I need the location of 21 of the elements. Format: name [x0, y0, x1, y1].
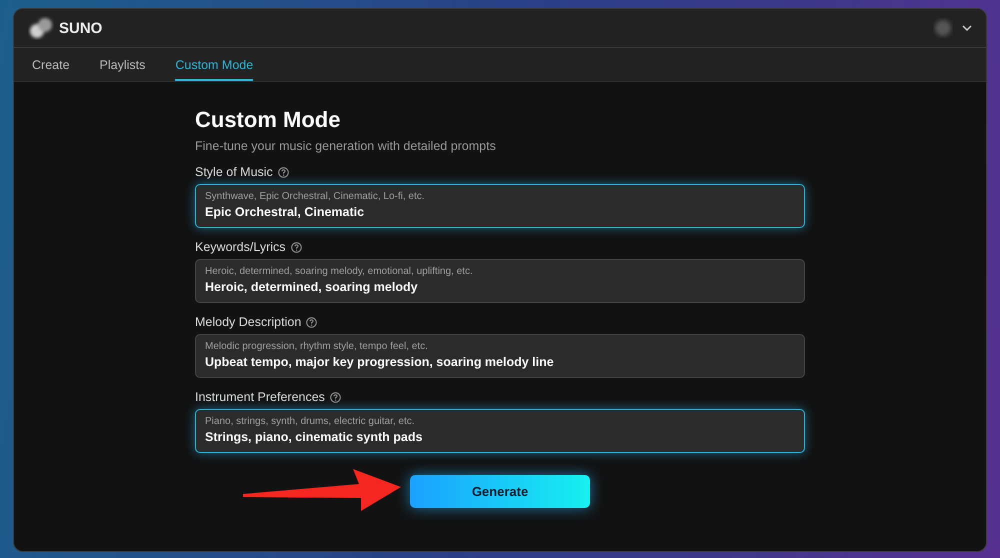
- page-title: Custom Mode: [195, 107, 342, 133]
- help-icon[interactable]: [306, 316, 318, 328]
- chevron-down-icon[interactable]: [962, 24, 972, 32]
- tab[interactable]: Custom Mode: [175, 48, 254, 81]
- help-icon[interactable]: [290, 242, 302, 252]
- input-field[interactable]: Piano, strings, synth, drums, electric guitar, etc. Strings, piano, cinematic synth pads: [195, 409, 805, 453]
- page-subtitle: Fine-tune your music generation with detailed prompts: [195, 139, 497, 153]
- tab[interactable]: Playlists: [100, 48, 146, 81]
- input-field[interactable]: Melodic progression, rhythm style, tempo feel, etc. Upbeat tempo, major key progression, soaring melody line: [195, 334, 805, 378]
- input-field[interactable]: Synthwave, Epic Orchestral, Cinematic, Lo-fi, etc. Epic Orchestral, Cinematic: [195, 184, 805, 228]
- generate-button[interactable]: Generate: [410, 475, 590, 508]
- field-label: Instrument Preferences: [195, 390, 325, 404]
- field-label: Melody Description: [195, 315, 302, 329]
- app-name: SUNO: [59, 20, 102, 36]
- tab[interactable]: Create: [32, 48, 70, 81]
- input-field[interactable]: Heroic, determined, soaring melody, emotional, uplifting, etc. Heroic, determined, soaring melody: [195, 259, 805, 303]
- logo-icon: [28, 15, 54, 41]
- field-label: Keywords/Lyrics: [195, 240, 286, 254]
- field-label: Style of Music: [195, 165, 273, 179]
- help-icon[interactable]: [330, 392, 341, 402]
- help-icon[interactable]: [278, 166, 289, 178]
